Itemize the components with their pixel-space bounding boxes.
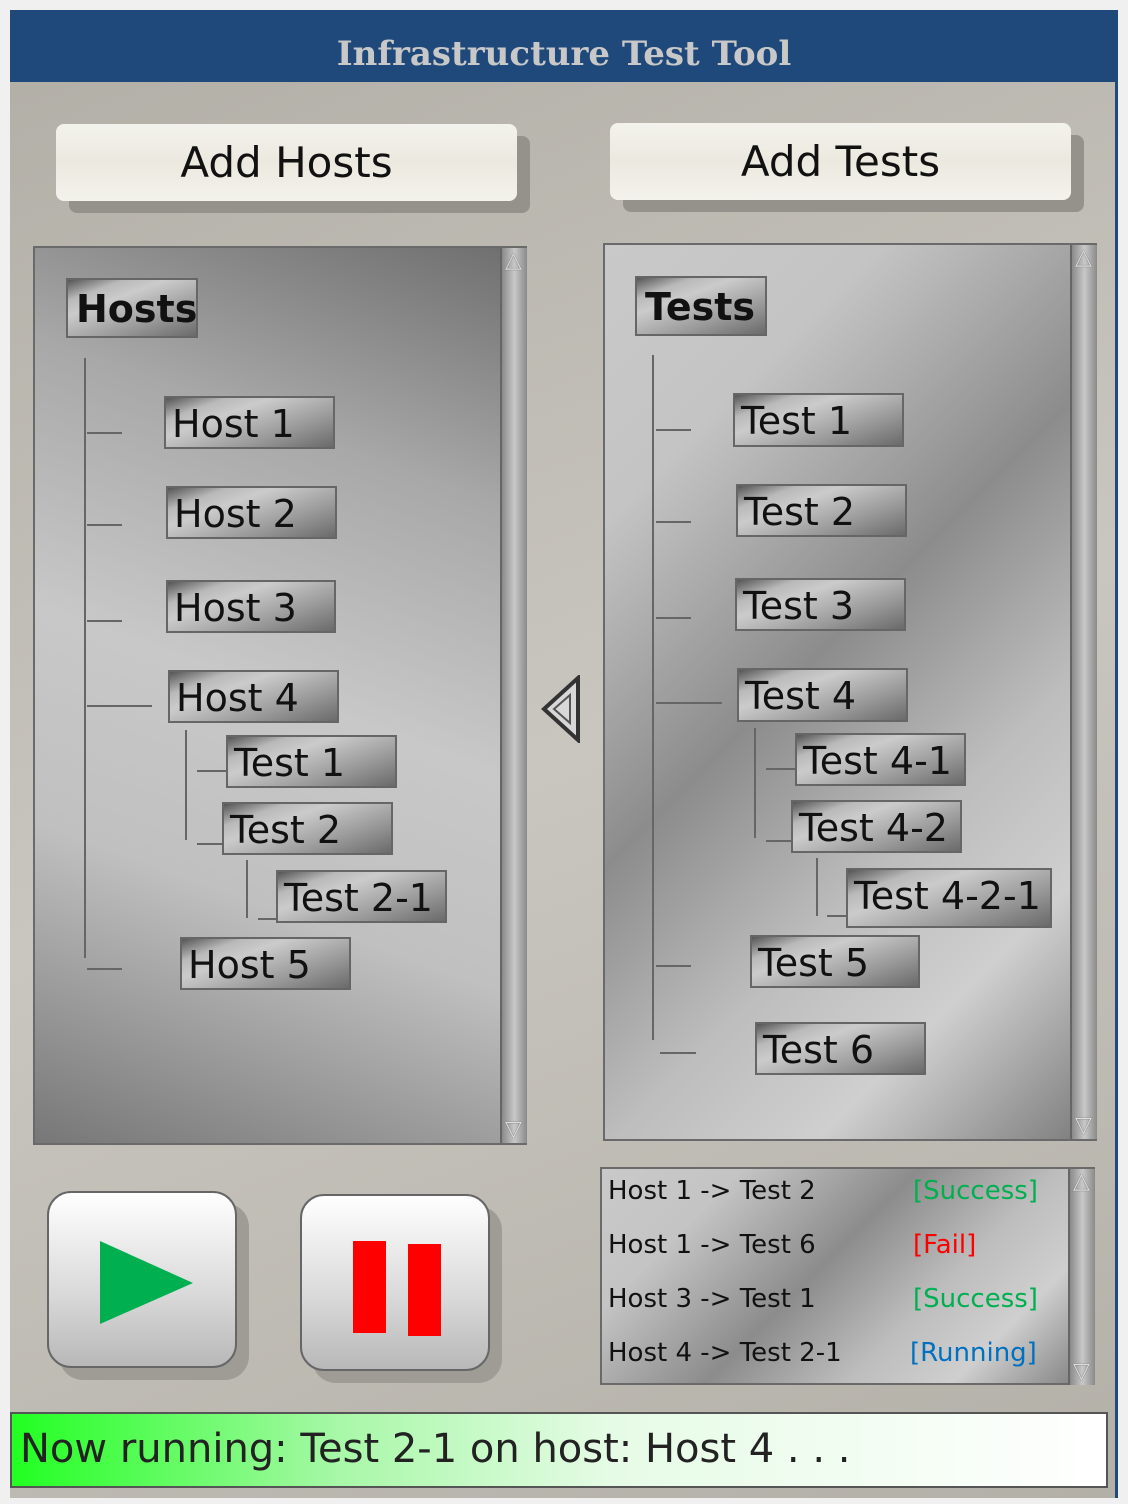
tests-scrollbar[interactable]: △ ▽: [1070, 245, 1097, 1139]
host-node[interactable]: Host 5: [180, 937, 351, 990]
test-node[interactable]: Test 2: [736, 484, 907, 537]
test-node[interactable]: Test 4-2-1: [846, 868, 1052, 928]
status-bar: Now running: Test 2-1 on host: Host 4 . …: [10, 1412, 1108, 1488]
scroll-down-icon[interactable]: ▽: [1075, 1115, 1092, 1137]
log-status: [Success]: [913, 1176, 1038, 1206]
hosts-scrollbar[interactable]: △ ▽: [500, 248, 527, 1143]
play-button[interactable]: [47, 1191, 237, 1368]
play-icon: [100, 1241, 193, 1324]
tree-line: [660, 1052, 696, 1054]
test-node[interactable]: Test 1: [733, 393, 904, 447]
scroll-up-icon[interactable]: △: [1073, 1171, 1090, 1193]
host-test-node[interactable]: Test 2: [222, 802, 393, 855]
scroll-up-icon[interactable]: △: [505, 250, 522, 272]
hosts-tree-header: Hosts: [66, 278, 198, 338]
test-node[interactable]: Test 4: [737, 668, 908, 722]
host-node[interactable]: Host 3: [166, 580, 336, 633]
test-node[interactable]: Test 4-2: [791, 800, 962, 853]
log-entry: Host 4 -> Test 2-1: [608, 1338, 842, 1368]
tree-line: [197, 770, 229, 772]
tree-line: [766, 840, 792, 842]
tree-line: [656, 429, 691, 431]
tree-line: [258, 918, 278, 920]
scroll-down-icon[interactable]: ▽: [1073, 1361, 1090, 1383]
tree-line: [766, 768, 796, 770]
test-node[interactable]: Test 4-1: [795, 733, 966, 786]
log-entry: Host 1 -> Test 6: [608, 1230, 816, 1260]
add-hosts-button[interactable]: Add Hosts: [56, 124, 517, 201]
tree-line: [656, 617, 691, 619]
log-entry: Host 1 -> Test 2: [608, 1176, 816, 1206]
tree-line: [656, 702, 722, 704]
tree-line: [87, 524, 122, 526]
title-bar: Infrastructure Test Tool: [10, 10, 1118, 82]
test-node[interactable]: Test 3: [735, 578, 906, 631]
tree-line: [185, 730, 187, 840]
pause-button[interactable]: [300, 1194, 490, 1371]
tree-line: [246, 860, 248, 918]
tree-line: [816, 858, 818, 916]
triangle-left-icon[interactable]: [540, 675, 582, 743]
tests-tree-header: Tests: [635, 276, 767, 336]
host-node[interactable]: Host 2: [166, 486, 337, 539]
tree-line: [87, 432, 122, 434]
scroll-up-icon[interactable]: △: [1075, 247, 1092, 269]
tree-line: [197, 843, 225, 845]
tree-line: [656, 965, 691, 967]
log-entry: Host 3 -> Test 1: [608, 1284, 816, 1314]
host-test-node[interactable]: Test 1: [226, 735, 397, 788]
host-test-node[interactable]: Test 2-1: [276, 870, 447, 923]
tree-line: [87, 968, 122, 970]
test-node[interactable]: Test 6: [755, 1022, 926, 1075]
host-node[interactable]: Host 1: [164, 396, 335, 449]
log-scrollbar[interactable]: △ ▽: [1068, 1169, 1095, 1385]
tree-line: [87, 620, 122, 622]
add-tests-button[interactable]: Add Tests: [610, 123, 1071, 200]
tree-line: [656, 521, 691, 523]
tree-line: [87, 705, 152, 707]
tree-line: [754, 728, 756, 838]
host-node[interactable]: Host 4: [168, 670, 339, 723]
tree-line: [827, 915, 847, 917]
tree-line: [84, 358, 86, 958]
log-status: [Success]: [913, 1284, 1038, 1314]
tree-line: [652, 355, 654, 1040]
log-status: [Fail]: [913, 1230, 977, 1260]
pause-icon: [353, 1241, 441, 1336]
log-status: [Running]: [910, 1338, 1037, 1368]
scroll-down-icon[interactable]: ▽: [505, 1119, 522, 1141]
test-node[interactable]: Test 5: [750, 935, 920, 988]
